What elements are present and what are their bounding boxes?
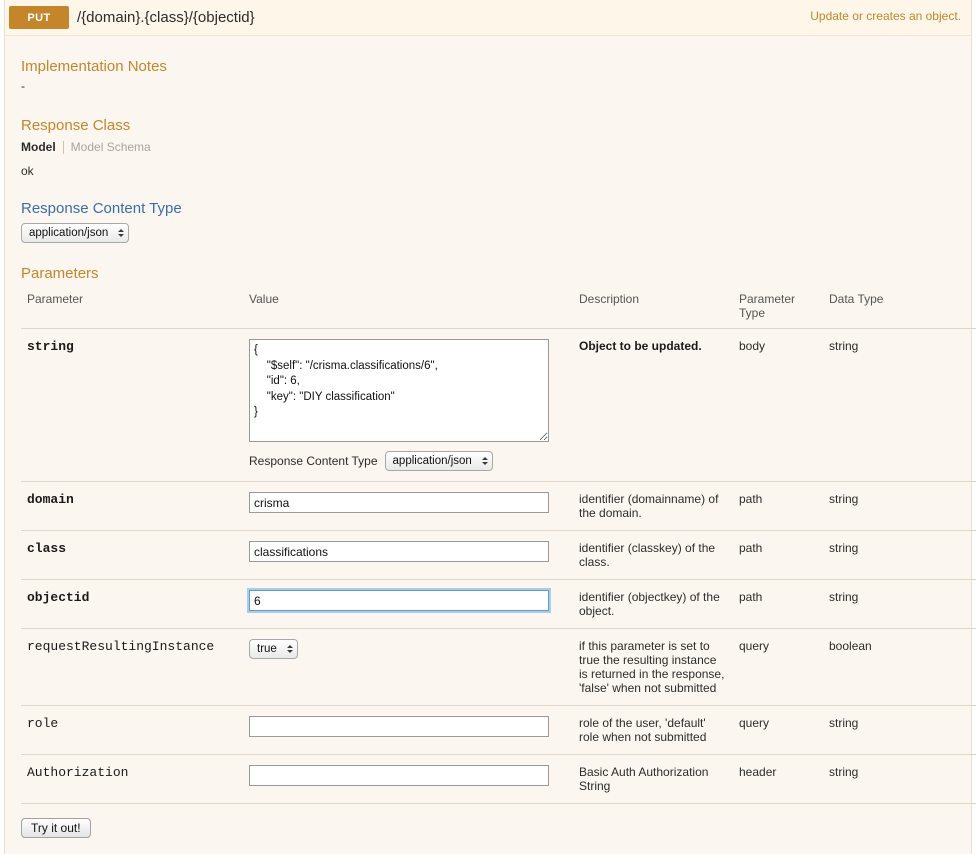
response-content-type-title: Response Content Type: [21, 200, 182, 217]
param-description-cell: if this parameter is set to true the res…: [573, 628, 733, 706]
th-parameter: Parameter: [21, 288, 243, 329]
param-type-cell: header: [733, 754, 823, 804]
param-type-cell: query: [733, 628, 823, 706]
param-description-cell: Basic Auth Authorization String: [573, 754, 733, 804]
param-value-cell: [243, 754, 573, 804]
param-name-cell: role: [21, 705, 243, 755]
param-description: role of the user, 'default' role when no…: [579, 716, 707, 744]
operation-path[interactable]: /{domain}.{class}/{objectid}: [77, 9, 255, 26]
select-arrows-icon: [118, 229, 125, 237]
param-data-type-cell: string: [823, 530, 976, 580]
http-method-badge: PUT: [9, 6, 69, 29]
param-data-type-cell: string: [823, 579, 976, 629]
param-value-cell: [243, 530, 573, 580]
implementation-notes-title: Implementation Notes: [21, 58, 167, 75]
submit-row: Try it out!: [21, 818, 955, 838]
parameters-table: Parameter Value Description Parameter Ty…: [21, 288, 976, 804]
param-data-type-cell: boolean: [823, 628, 976, 706]
param-value-cell: Response Content Type application/json: [243, 328, 573, 482]
param-select-value: true: [257, 643, 277, 655]
body-response-content-type-label: Response Content Type: [249, 454, 378, 468]
param-name-cell: domain: [21, 481, 243, 531]
param-name-cell: string: [21, 328, 243, 482]
param-input[interactable]: [249, 716, 549, 737]
parameters-title: Parameters: [21, 265, 99, 282]
body-response-content-type-select[interactable]: application/json: [384, 451, 493, 471]
operation-panel: PUT /{domain}.{class}/{objectid} Update …: [4, 0, 976, 854]
th-value: Value: [243, 288, 573, 329]
table-row: role role of the user, 'default' role whe…: [21, 705, 976, 755]
param-data-type-cell: string: [823, 705, 976, 755]
table-row: objectid identifier (objectkey) of the ob…: [21, 579, 976, 629]
param-name-cell: class: [21, 530, 243, 580]
param-type-cell: query: [733, 705, 823, 755]
response-content-type-select[interactable]: application/json: [21, 223, 130, 243]
th-parameter-type: Parameter Type: [733, 288, 823, 329]
param-description: identifier (objectkey) of the object.: [579, 590, 720, 618]
select-arrows-icon: [481, 457, 488, 465]
param-name-cell: requestResultingInstance: [21, 628, 243, 706]
select-arrows-icon: [286, 645, 293, 653]
param-name: class: [27, 541, 67, 556]
param-value-cell: true: [243, 628, 573, 706]
param-data-type-cell: string: [823, 481, 976, 531]
param-type-cell: path: [733, 481, 823, 531]
response-class-title: Response Class: [21, 117, 131, 134]
param-description: identifier (classkey) of the class.: [579, 541, 716, 569]
param-value-cell: [243, 481, 573, 531]
th-description: Description: [573, 288, 733, 329]
param-description-cell: role of the user, 'default' role when no…: [573, 705, 733, 755]
param-input[interactable]: [249, 765, 549, 786]
param-input[interactable]: [249, 590, 549, 611]
param-description-cell: identifier (classkey) of the class.: [573, 530, 733, 580]
param-input[interactable]: [249, 492, 549, 513]
try-it-out-button[interactable]: Try it out!: [21, 818, 91, 838]
th-data-type: Data Type: [823, 288, 976, 329]
param-name: objectid: [27, 590, 90, 605]
tab-model[interactable]: Model: [21, 140, 63, 154]
parameters-table-body: string Response Content Type application/j…: [21, 328, 976, 804]
table-row: string Response Content Type application/j…: [21, 328, 976, 482]
swagger-operation-page: PUT /{domain}.{class}/{objectid} Update …: [0, 0, 976, 854]
param-type-cell: body: [733, 328, 823, 482]
operation-heading[interactable]: PUT /{domain}.{class}/{objectid} Update …: [5, 0, 971, 36]
param-name: requestResultingInstance: [27, 639, 215, 654]
param-input[interactable]: [249, 541, 549, 562]
param-name: Authorization: [27, 765, 129, 780]
param-body-textarea[interactable]: [249, 339, 549, 442]
param-type-cell: path: [733, 579, 823, 629]
model-body-text: ok: [21, 164, 34, 178]
param-description-cell: Object to be updated.: [573, 328, 733, 482]
table-row: domain identifier (domainname) of the dom…: [21, 481, 976, 531]
table-header-row: Parameter Value Description Parameter Ty…: [21, 288, 976, 329]
response-content-type-value: application/json: [29, 227, 109, 239]
param-name-cell: objectid: [21, 579, 243, 629]
body-response-content-type-value: application/json: [392, 455, 472, 467]
param-data-type-cell: string: [823, 328, 976, 482]
param-description: Basic Auth Authorization String: [579, 765, 709, 793]
model-tabs: Model Model Schema: [21, 140, 955, 154]
param-name-cell: Authorization: [21, 754, 243, 804]
operation-summary: Update or creates an object.: [810, 9, 961, 23]
param-description: if this parameter is set to true the res…: [579, 639, 725, 695]
operation-body: Implementation Notes - Response Class Mo…: [5, 36, 976, 854]
param-description-cell: identifier (objectkey) of the object.: [573, 579, 733, 629]
param-description: identifier (domainname) of the domain.: [579, 492, 719, 520]
param-value-cell: [243, 705, 573, 755]
table-row: Authorization Basic Auth Authorization St…: [21, 754, 976, 804]
param-description: Object to be updated.: [579, 339, 702, 353]
param-data-type-cell: string: [823, 754, 976, 804]
param-type-cell: path: [733, 530, 823, 580]
param-name: string: [27, 339, 74, 354]
table-row: class identifier (classkey) of the class.…: [21, 530, 976, 580]
param-description-cell: identifier (domainname) of the domain.: [573, 481, 733, 531]
param-name: domain: [27, 492, 74, 507]
body-response-content-type: Response Content Type application/json: [249, 451, 567, 471]
param-name: role: [27, 716, 59, 731]
param-select[interactable]: true: [249, 639, 298, 659]
param-value-cell: [243, 579, 573, 629]
tab-model-schema[interactable]: Model Schema: [64, 140, 151, 154]
table-row: requestResultingInstance true if this para…: [21, 628, 976, 706]
implementation-notes-text: -: [21, 79, 25, 93]
